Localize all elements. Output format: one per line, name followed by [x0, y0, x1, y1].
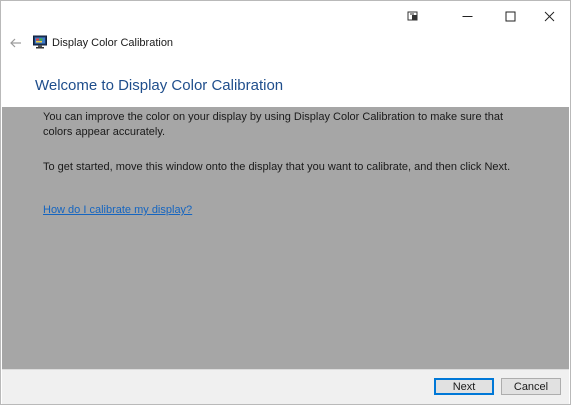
close-button[interactable]	[531, 1, 567, 31]
next-button[interactable]: Next	[434, 378, 494, 395]
back-arrow-icon[interactable]	[8, 33, 24, 53]
app-title: Display Color Calibration	[52, 37, 174, 49]
intro-paragraph: You can improve the color on your displa…	[43, 111, 503, 138]
maximize-icon	[505, 11, 516, 22]
calibration-window: Display Color Calibration Welcome to Dis…	[0, 0, 571, 405]
navigation-row: Display Color Calibration	[1, 31, 570, 55]
help-link[interactable]: How do I calibrate my display?	[43, 204, 192, 216]
minimize-icon	[462, 11, 473, 22]
pin-icon[interactable]	[395, 1, 431, 31]
cancel-button[interactable]: Cancel	[501, 378, 561, 395]
instructions-paragraph: To get started, move this window onto th…	[43, 161, 511, 173]
maximize-button[interactable]	[492, 1, 528, 31]
minimize-button[interactable]	[449, 1, 485, 31]
content-area: You can improve the color on your displa…	[2, 107, 569, 369]
title-bar[interactable]	[1, 1, 570, 31]
footer-bar: Next Cancel	[2, 369, 569, 404]
page-heading: Welcome to Display Color Calibration	[35, 77, 284, 94]
monitor-icon	[33, 35, 47, 49]
close-icon	[544, 11, 555, 22]
